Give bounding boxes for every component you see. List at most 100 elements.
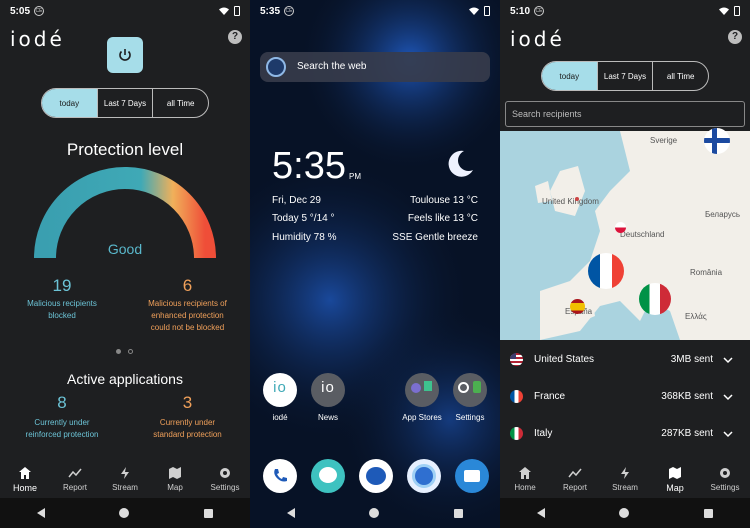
screen-map: 5:10 CE iodé ? today Last 7 Days all Tim… [500,0,750,528]
page-indicator-dot[interactable] [128,349,133,354]
uk-flag-marker[interactable] [575,197,579,201]
country-row-france[interactable]: France 368KB sent [500,378,750,415]
help-icon[interactable]: ? [228,30,242,44]
tab-all-time[interactable]: all Time [152,89,208,117]
power-button[interactable] [107,37,143,73]
nav-settings[interactable]: Settings [700,460,750,498]
status-time: 5:35 [260,5,281,17]
map-label: Ελλάς [685,312,707,321]
wifi-icon [469,7,479,15]
tab-last-7-days[interactable]: Last 7 Days [96,89,153,117]
map-label: United Kingdom [542,197,599,206]
help-icon[interactable]: ? [728,30,742,44]
tab-last-7-days[interactable]: Last 7 Days [596,62,653,90]
dock-mail[interactable] [359,459,393,493]
nav-settings[interactable]: Settings [200,460,250,498]
status-badge: CE [284,6,295,16]
france-flag-icon [510,390,523,403]
app-news[interactable]: io [311,373,345,407]
wifi-icon [719,7,729,15]
chevron-down-icon [723,393,733,400]
bolt-icon [121,467,129,479]
country-name: France [534,391,566,402]
country-sent: 368KB sent [661,391,713,402]
tab-today[interactable]: today [542,62,597,90]
home-icon [19,466,31,479]
iode-logo: iodé [10,27,65,51]
humidity: Humidity 78 % [272,232,337,243]
chevron-down-icon [723,430,733,437]
dock-phone[interactable] [263,459,297,493]
app-settings-folder[interactable] [453,373,487,407]
page-indicator-dot-active[interactable] [116,349,121,354]
nav-report[interactable]: Report [550,460,600,498]
blocked-count: 19 [52,276,72,295]
period-selector: today Last 7 Days all Time [41,88,209,118]
web-search-bar[interactable]: Search the web [260,52,490,82]
nav-home[interactable]: Home [500,460,550,498]
spain-flag-marker[interactable] [570,299,585,314]
nav-stream[interactable]: Stream [100,460,150,498]
enhanced-count: 6 [182,276,193,295]
nav-label: Report [562,483,587,492]
tab-today[interactable]: today [42,89,97,117]
system-nav [0,498,250,528]
map-label: Sverige [650,136,678,145]
country-row-italy[interactable]: Italy 287KB sent [500,415,750,452]
app-stores-folder[interactable] [405,373,439,407]
nav-map[interactable]: Map [150,460,200,498]
weather-location: Toulouse 13 °C [410,195,478,206]
italy-flag-marker[interactable] [639,283,671,315]
home-circle-icon[interactable] [369,508,380,518]
nav-home[interactable]: Home [0,460,50,498]
nav-map[interactable]: Map [650,460,700,498]
system-nav [500,498,750,528]
map-label: România [690,268,723,277]
back-icon[interactable] [537,508,546,518]
recents-icon[interactable] [453,508,463,518]
home-circle-icon[interactable] [119,508,130,518]
france-flag-marker[interactable] [588,253,624,289]
finland-flag-marker[interactable] [704,128,730,154]
tab-all-time[interactable]: all Time [652,62,708,90]
dock-browser[interactable] [407,459,441,493]
flag-stripe [704,138,730,143]
app-iode[interactable]: io [263,373,297,407]
browser-icon [412,464,436,488]
nav-stream[interactable]: Stream [600,460,650,498]
recipients-search-input[interactable]: Search recipients [505,101,745,127]
nav-label: Settings [710,483,740,492]
date: Fri, Dec 29 [272,195,321,206]
gear-icon [220,468,230,478]
standard-label: Currently under standard protection [153,418,222,439]
reinforced-count: 8 [57,393,67,412]
back-icon[interactable] [287,508,296,518]
nav-label: Settings [210,483,240,492]
nav-label: Report [62,483,87,492]
blocked-label: Malicious recipients blocked [27,299,97,320]
dock-camera[interactable] [455,459,489,493]
gear-icon [458,382,469,393]
poland-flag-marker[interactable] [615,222,626,233]
home-icon [519,467,531,479]
nav-label: Home [12,482,37,493]
country-row-united-states[interactable]: United States 3MB sent [500,341,750,378]
recents-icon[interactable] [203,508,213,518]
country-sent: 287KB sent [661,428,713,439]
country-name: United States [534,354,595,365]
nav-report[interactable]: Report [50,460,100,498]
status-bar: 5:10 CE [500,0,750,22]
home-circle-icon[interactable] [619,508,630,518]
map-label: Deutschland [620,230,665,239]
gauge-label: Good [107,241,143,257]
recents-icon[interactable] [703,508,713,518]
back-icon[interactable] [37,508,46,518]
nav-label: Stream [612,483,638,492]
enhanced-label: Malicious recipients of enhanced protect… [148,299,227,332]
us-flag-icon [510,353,523,366]
bottom-nav: Home Report Stream Map Settings [500,460,750,498]
dock-messages[interactable] [311,459,345,493]
app-label: Settings [455,413,485,422]
trending-icon [568,468,582,478]
italy-flag-icon [510,427,523,440]
